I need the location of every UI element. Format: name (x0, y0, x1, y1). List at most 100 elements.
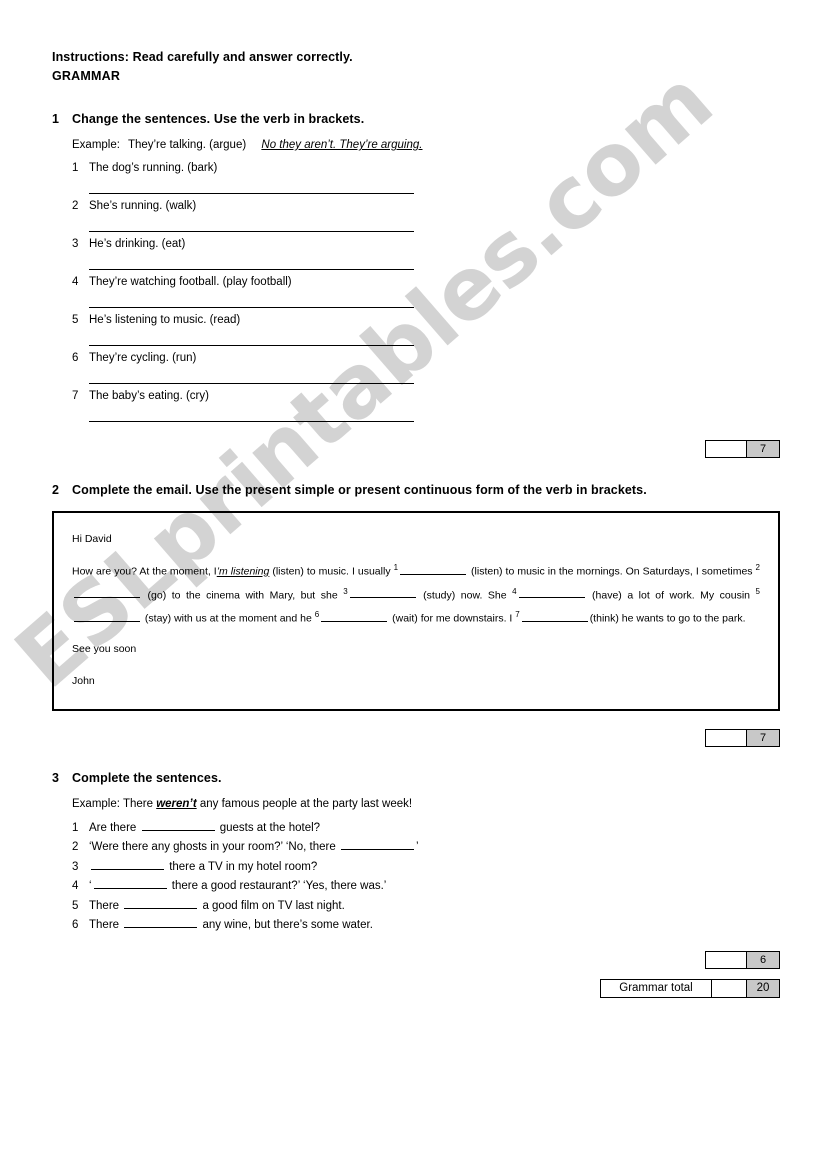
email-text: How are you? At the moment, I (72, 565, 217, 578)
exercise-3-example: Example: There weren’t any famous people… (72, 798, 780, 810)
blank-number: 5 (755, 586, 760, 596)
answer-blank[interactable] (141, 819, 215, 831)
exercise-3-score-row: 6 (52, 950, 780, 969)
email-text: (listen) to music. I usually (269, 565, 394, 578)
item-number: 1 (72, 162, 79, 174)
item-text-after: ’ (415, 841, 419, 853)
answer-line[interactable] (89, 330, 414, 346)
exercise-1-example-answer: No they aren’t. They’re arguing. (261, 139, 423, 151)
email-text: (go) to the cinema with Mary, but she (142, 589, 344, 601)
exercise-1-score-row: 7 (52, 440, 780, 458)
answer-line[interactable] (89, 292, 414, 308)
grammar-heading: GRAMMAR (52, 69, 121, 83)
email-text: (think) he wants to go to the park. (589, 612, 746, 625)
answer-blank[interactable] (124, 916, 198, 928)
exercise-2-number: 2 (52, 483, 60, 497)
list-item: 4 They’re watching football. (play footb… (72, 276, 780, 288)
grammar-total-row: Grammar total 20 (52, 978, 780, 998)
answer-line[interactable] (89, 406, 414, 422)
email-blank[interactable] (74, 610, 140, 622)
item-number: 6 (72, 919, 79, 931)
email-blank[interactable] (521, 610, 588, 622)
item-text: The dog’s running. (bark) (89, 162, 218, 174)
email-sender-name: John (72, 674, 95, 687)
item-text-before: ‘ (89, 880, 92, 892)
exercise-1-example-label: Example: (72, 139, 120, 151)
email-text: (have) a lot of work. My cousin (586, 589, 756, 601)
list-item: 2 She’s running. (walk) (72, 200, 780, 212)
answer-line[interactable] (89, 216, 414, 232)
instructions-line: Instructions: Read carefully and answer … (52, 50, 353, 64)
blank-number: 1 (393, 563, 399, 572)
exercise-1-example-prompt: They’re talking. (argue) (127, 139, 247, 151)
exercise-3-number: 3 (52, 770, 60, 785)
item-number: 5 (72, 899, 79, 912)
answer-line[interactable] (89, 178, 414, 194)
score-input[interactable] (706, 729, 747, 746)
exercise-3-example-after: any famous people at the party last week… (196, 797, 413, 810)
item-number: 4 (72, 880, 79, 892)
item-text-before: ‘Were there any ghosts in your room?’ ‘N… (89, 841, 339, 853)
answer-blank[interactable] (91, 858, 164, 870)
item-text: There any wine, but there’s some water. (89, 916, 373, 936)
item-text: ‘ there a good restaurant?’ ‘Yes, there … (89, 877, 386, 897)
score-max: 6 (747, 951, 779, 968)
email-body: How are you? At the moment, I’m listenin… (72, 558, 760, 629)
answer-blank[interactable] (93, 877, 167, 889)
item-text-after: a good film on TV last night. (199, 899, 345, 912)
email-blank[interactable] (400, 563, 467, 575)
score-input[interactable] (706, 441, 747, 457)
exercise-3-title: Complete the sentences. (72, 770, 222, 785)
list-item: 1 Are there guests at the hotel? (72, 819, 780, 839)
blank-number: 6 (314, 610, 320, 619)
exercise-1-heading: 1 Change the sentences. Use the verb in … (52, 112, 780, 126)
item-text: He’s listening to music. (read) (89, 314, 241, 326)
list-item: 1 The dog’s running. (bark) (72, 162, 780, 174)
grammar-total-input[interactable] (712, 979, 747, 997)
item-text-after: there a TV in my hotel room? (166, 860, 318, 873)
answer-blank[interactable] (340, 838, 414, 850)
email-sign-off: See you soon (72, 642, 137, 655)
answer-blank[interactable] (124, 897, 198, 909)
exercise-3-example-label: Example: (72, 797, 120, 810)
exercise-3-heading: 3 Complete the sentences. (52, 771, 780, 785)
item-number: 2 (72, 841, 79, 853)
email-blank[interactable] (518, 586, 585, 598)
item-number: 5 (72, 314, 79, 326)
exercise-3: 3 Complete the sentences. Example: There… (52, 771, 780, 998)
answer-line[interactable] (89, 368, 414, 384)
blank-number: 2 (755, 563, 760, 572)
exercise-1-example: Example: They’re talking. (argue) No the… (72, 139, 780, 151)
item-text: He’s drinking. (eat) (89, 238, 186, 250)
score-box: 7 (705, 728, 780, 747)
exercise-1-title: Change the sentences. Use the verb in br… (72, 112, 365, 126)
grammar-total-label: Grammar total (601, 979, 712, 997)
list-item: 3 there a TV in my hotel room? (72, 858, 780, 878)
item-text: They’re cycling. (run) (89, 352, 197, 364)
item-text: She’s running. (walk) (89, 200, 197, 212)
item-text-before: There (89, 919, 123, 931)
item-number: 6 (72, 352, 79, 364)
email-blank[interactable] (74, 586, 140, 598)
item-number: 1 (72, 821, 79, 834)
answer-line[interactable] (89, 254, 414, 270)
exercise-3-example-answer: weren’t (156, 797, 197, 810)
item-number: 4 (72, 276, 79, 288)
item-text: ‘Were there any ghosts in your room?’ ‘N… (89, 838, 419, 858)
exercise-1-items: 1 The dog’s running. (bark) 2 She’s runn… (52, 162, 780, 422)
email-example-answer: ’m listening (216, 565, 270, 578)
item-text-before: Are there (89, 821, 140, 834)
worksheet-page: Instructions: Read carefully and answer … (0, 0, 821, 1169)
score-input[interactable] (706, 951, 747, 968)
email-blank[interactable] (321, 610, 388, 622)
email-blank[interactable] (349, 586, 416, 598)
email-greeting: Hi David (72, 533, 112, 545)
item-number: 7 (72, 390, 79, 402)
score-max: 7 (747, 441, 779, 457)
list-item: 2 ‘Were there any ghosts in your room?’ ‘… (72, 838, 780, 858)
item-text-after: any wine, but there’s some water. (199, 919, 373, 931)
exercise-3-items: 1 Are there guests at the hotel? 2 ‘Were th… (52, 819, 780, 936)
list-item: 5 There a good film on TV last night. (72, 897, 780, 917)
exercise-2-heading: 2 Complete the email. Use the present si… (52, 483, 780, 497)
item-text-after: guests at the hotel? (216, 821, 321, 834)
